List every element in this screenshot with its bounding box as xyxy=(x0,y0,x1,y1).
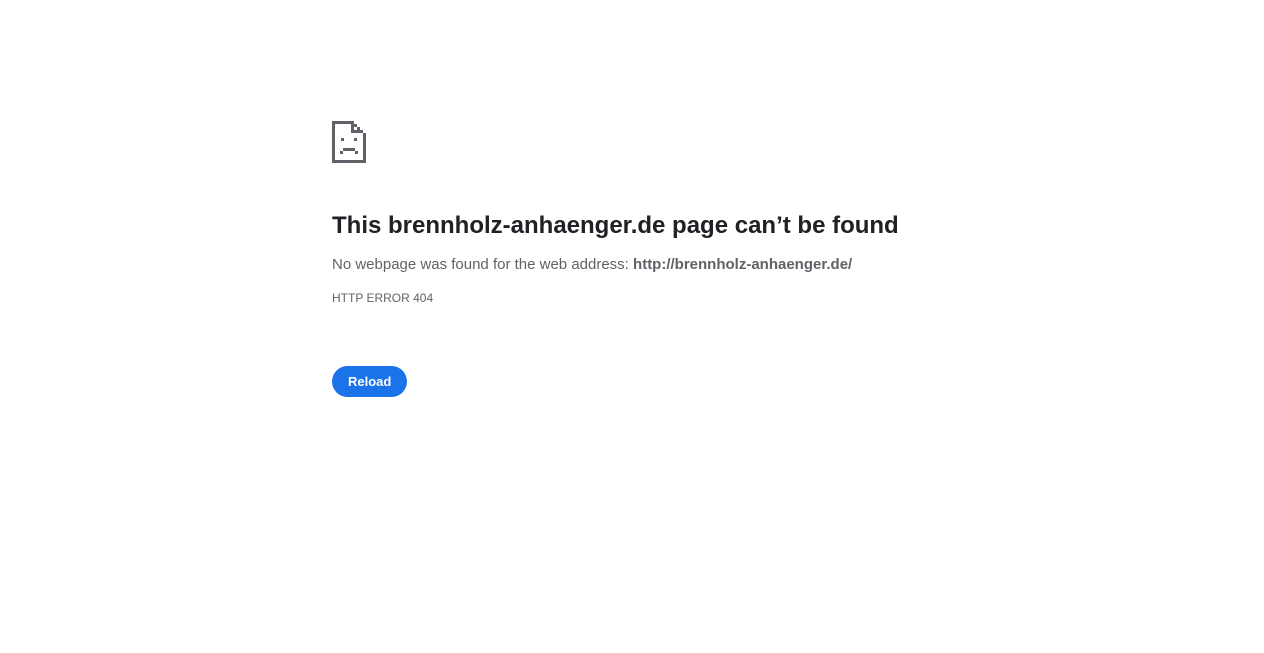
reload-button[interactable]: Reload xyxy=(332,366,408,397)
error-code: HTTP ERROR 404 xyxy=(332,291,434,305)
error-content: This brennholz-anhaenger.de page can’t b… xyxy=(332,121,1032,397)
error-url: http://brennholz-anhaenger.de/ xyxy=(633,256,853,273)
error-details-text: No webpage was found for the web address… xyxy=(332,256,634,273)
page-title: This brennholz-anhaenger.de page can’t b… xyxy=(332,212,899,239)
error-page: This brennholz-anhaenger.de page can’t b… xyxy=(0,0,1264,653)
sad-document-icon xyxy=(332,121,1032,163)
error-details: No webpage was found for the web address… xyxy=(332,255,1032,275)
